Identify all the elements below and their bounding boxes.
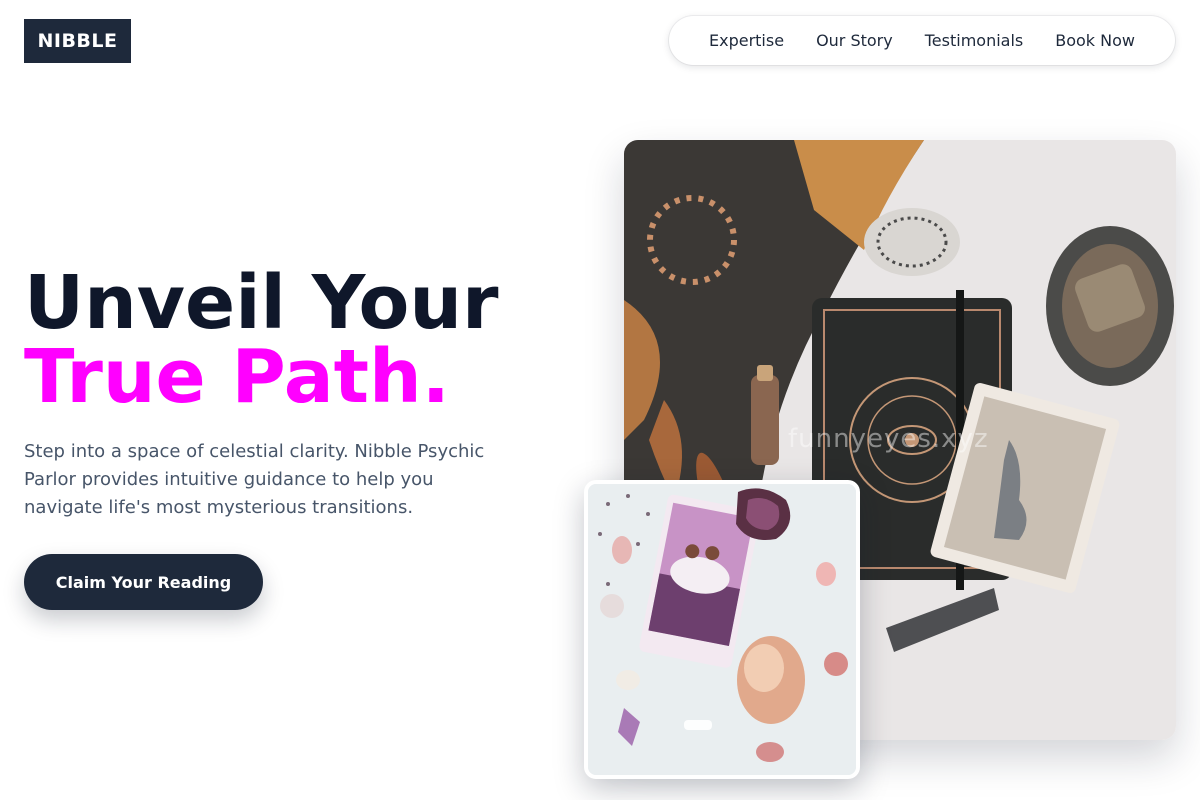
claim-reading-button[interactable]: Claim Your Reading [24,554,263,610]
hero-headline: Unveil Your True Path. [24,266,499,414]
hero-description: Step into a space of celestial clarity. … [24,441,485,518]
crystals-card-illustration [588,484,856,775]
hero-headline-line1: Unveil Your [24,260,499,346]
top-navigation: Expertise Our Story Testimonials Book No… [669,16,1175,65]
nav-item-book-now[interactable]: Book Now [1055,31,1135,50]
nav-item-our-story[interactable]: Our Story [816,31,893,50]
nav-item-testimonials[interactable]: Testimonials [925,31,1024,50]
image-watermark: funnyeyes.xyz [788,424,989,454]
brand-logo[interactable]: NIBBLE [24,19,131,63]
hero-inset-photo [584,480,860,779]
nav-item-expertise[interactable]: Expertise [709,31,784,50]
hero-headline-line2: True Path. [24,334,450,420]
